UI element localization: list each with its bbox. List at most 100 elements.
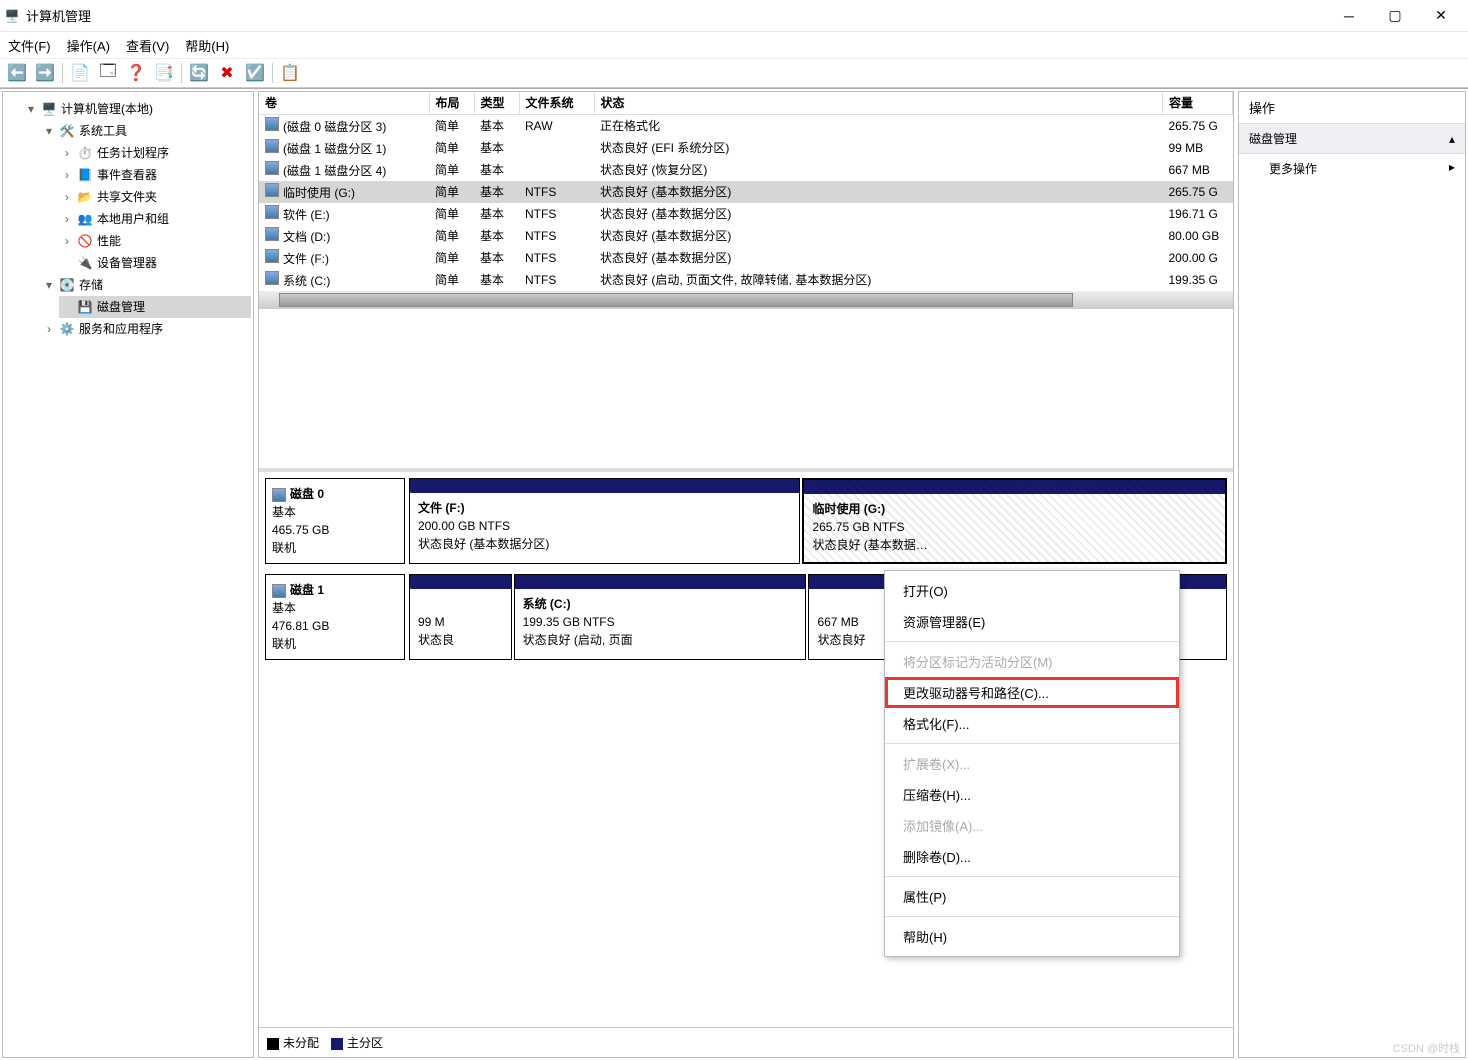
legend-primary-label: 主分区 <box>347 1036 383 1050</box>
window-title: 计算机管理 <box>26 6 1326 25</box>
title-bar: 🖥️ 计算机管理 ─ ▢ ✕ <box>0 0 1468 32</box>
col-capacity[interactable]: 容量 <box>1163 92 1233 114</box>
volume-icon <box>265 227 279 241</box>
tools-icon: 🛠️ <box>59 123 75 139</box>
shared-icon: 📂 <box>77 189 93 205</box>
volume-icon <box>265 161 279 175</box>
partition[interactable]: 系统 (C:)199.35 GB NTFS状态良好 (启动, 页面 <box>514 574 807 660</box>
disk-info[interactable]: 磁盘 0基本465.75 GB联机 <box>265 478 405 564</box>
menu-view[interactable]: 查看(V) <box>126 36 169 55</box>
legend-unallocated-label: 未分配 <box>283 1036 319 1050</box>
ctx-add-mirror: 添加镜像(A)... <box>885 810 1179 841</box>
ctx-delete[interactable]: 删除卷(D)... <box>885 841 1179 872</box>
disk: 磁盘 0基本465.75 GB联机文件 (F:)200.00 GB NTFS状态… <box>265 478 1227 564</box>
users-icon: 👥 <box>77 211 93 227</box>
help-toolbar-button[interactable]: ❓ <box>123 60 149 86</box>
actions-panel: 操作 磁盘管理 ▴ 更多操作 ▸ <box>1238 91 1466 1058</box>
volume-icon <box>265 249 279 263</box>
volume-icon <box>265 271 279 285</box>
disk-info[interactable]: 磁盘 1基本476.81 GB联机 <box>265 574 405 660</box>
volume-row[interactable]: (磁盘 1 磁盘分区 4)简单基本状态良好 (恢复分区)667 MB <box>259 159 1233 181</box>
maximize-button[interactable]: ▢ <box>1372 0 1418 32</box>
console-tree[interactable]: ▾🖥️计算机管理(本地) ▾🛠️系统工具 ›⏱️任务计划程序 ›📘事件查看器 ›… <box>2 91 254 1058</box>
tree-storage[interactable]: ▾💽存储 💾磁盘管理 <box>41 274 251 318</box>
menu-action[interactable]: 操作(A) <box>67 36 110 55</box>
menu-help[interactable]: 帮助(H) <box>185 36 229 55</box>
volume-row[interactable]: 系统 (C:)简单基本NTFS状态良好 (启动, 页面文件, 故障转储, 基本数… <box>259 269 1233 291</box>
tree-event-viewer[interactable]: 事件查看器 <box>97 164 157 186</box>
tree-shared-folders[interactable]: 共享文件夹 <box>97 186 157 208</box>
legend-primary-swatch <box>331 1038 343 1050</box>
actions-more[interactable]: 更多操作 ▸ <box>1239 154 1465 183</box>
view-list-button[interactable]: 📋 <box>277 60 303 86</box>
tree-local-users[interactable]: 本地用户和组 <box>97 208 169 230</box>
col-fs[interactable]: 文件系统 <box>519 92 594 114</box>
computer-icon: 🖥️ <box>41 101 57 117</box>
ctx-shrink[interactable]: 压缩卷(H)... <box>885 779 1179 810</box>
refresh-button[interactable]: 🔄 <box>186 60 212 86</box>
app-icon: 🖥️ <box>4 8 20 24</box>
ctx-help[interactable]: 帮助(H) <box>885 921 1179 952</box>
actions-header: 操作 <box>1239 92 1465 124</box>
volume-row[interactable]: 软件 (E:)简单基本NTFS状态良好 (基本数据分区)196.71 G <box>259 203 1233 225</box>
tree-task-scheduler[interactable]: 任务计划程序 <box>97 142 169 164</box>
menu-file[interactable]: 文件(F) <box>8 36 51 55</box>
volume-list[interactable]: 卷 布局 类型 文件系统 状态 容量 (磁盘 0 磁盘分区 3)简单基本RAW正… <box>259 92 1233 291</box>
close-button[interactable]: ✕ <box>1418 0 1464 32</box>
event-icon: 📘 <box>77 167 93 183</box>
ctx-mark-active: 将分区标记为活动分区(M) <box>885 646 1179 677</box>
partition[interactable]: 临时使用 (G:)265.75 GB NTFS状态良好 (基本数据… <box>802 478 1227 564</box>
partition[interactable]: 文件 (F:)200.00 GB NTFS状态良好 (基本数据分区) <box>409 478 800 564</box>
watermark: CSDN @时栈 <box>1393 1040 1460 1056</box>
scheduler-icon: ⏱️ <box>77 145 93 161</box>
volume-row[interactable]: 文档 (D:)简单基本NTFS状态良好 (基本数据分区)80.00 GB <box>259 225 1233 247</box>
properties-button[interactable]: 🗔 <box>95 60 121 86</box>
volume-icon <box>265 205 279 219</box>
collapse-icon: ▴ <box>1449 132 1455 146</box>
volume-row[interactable]: (磁盘 0 磁盘分区 3)简单基本RAW正在格式化265.75 G <box>259 114 1233 137</box>
ctx-properties[interactable]: 属性(P) <box>885 881 1179 912</box>
menu-bar: 文件(F) 操作(A) 查看(V) 帮助(H) <box>0 32 1468 58</box>
legend: 未分配 主分区 <box>259 1027 1233 1057</box>
ctx-format[interactable]: 格式化(F)... <box>885 708 1179 739</box>
remove-button[interactable]: ✖ <box>214 60 240 86</box>
col-status[interactable]: 状态 <box>594 92 1163 114</box>
storage-icon: 💽 <box>59 277 75 293</box>
forward-button[interactable]: ➡️ <box>32 60 58 86</box>
toolbar: ⬅️ ➡️ 📄 🗔 ❓ 📑 🔄 ✖ ☑️ 📋 <box>0 58 1468 88</box>
action-pane-button[interactable]: 📑 <box>151 60 177 86</box>
horizontal-scrollbar[interactable] <box>259 291 1233 309</box>
tree-disk-management[interactable]: 磁盘管理 <box>97 296 145 318</box>
legend-unallocated-swatch <box>267 1038 279 1050</box>
partition[interactable]: 99 M状态良 <box>409 574 512 660</box>
ctx-change-letter[interactable]: 更改驱动器号和路径(C)... <box>885 677 1179 708</box>
col-layout[interactable]: 布局 <box>429 92 474 114</box>
tree-device-manager[interactable]: 设备管理器 <box>97 252 157 274</box>
volume-icon <box>265 139 279 153</box>
actions-section[interactable]: 磁盘管理 ▴ <box>1239 124 1465 154</box>
minimize-button[interactable]: ─ <box>1326 0 1372 32</box>
tree-root[interactable]: ▾🖥️计算机管理(本地) ▾🛠️系统工具 ›⏱️任务计划程序 ›📘事件查看器 ›… <box>23 98 251 340</box>
context-menu: 打开(O) 资源管理器(E) 将分区标记为活动分区(M) 更改驱动器号和路径(C… <box>884 570 1180 957</box>
chevron-right-icon: ▸ <box>1449 160 1455 174</box>
settings-button[interactable]: ☑️ <box>242 60 268 86</box>
back-button[interactable]: ⬅️ <box>4 60 30 86</box>
ctx-open[interactable]: 打开(O) <box>885 575 1179 606</box>
services-icon: ⚙️ <box>59 321 75 337</box>
devmgr-icon: 🔌 <box>77 255 93 271</box>
volume-row[interactable]: (磁盘 1 磁盘分区 1)简单基本状态良好 (EFI 系统分区)99 MB <box>259 137 1233 159</box>
ctx-extend: 扩展卷(X)... <box>885 748 1179 779</box>
perf-icon: 🚫 <box>77 233 93 249</box>
workspace: ▾🖥️计算机管理(本地) ▾🛠️系统工具 ›⏱️任务计划程序 ›📘事件查看器 ›… <box>0 88 1468 1060</box>
show-console-tree-button[interactable]: 📄 <box>67 60 93 86</box>
volume-row[interactable]: 文件 (F:)简单基本NTFS状态良好 (基本数据分区)200.00 G <box>259 247 1233 269</box>
tree-performance[interactable]: 性能 <box>97 230 121 252</box>
tree-systemtools[interactable]: ▾🛠️系统工具 ›⏱️任务计划程序 ›📘事件查看器 ›📂共享文件夹 ›👥本地用户… <box>41 120 251 274</box>
volume-row[interactable]: 临时使用 (G:)简单基本NTFS状态良好 (基本数据分区)265.75 G <box>259 181 1233 203</box>
ctx-explorer[interactable]: 资源管理器(E) <box>885 606 1179 637</box>
tree-services-apps[interactable]: 服务和应用程序 <box>79 318 163 340</box>
volume-icon <box>265 117 279 131</box>
col-type[interactable]: 类型 <box>474 92 519 114</box>
col-volume[interactable]: 卷 <box>259 92 429 114</box>
diskmgmt-icon: 💾 <box>77 299 93 315</box>
